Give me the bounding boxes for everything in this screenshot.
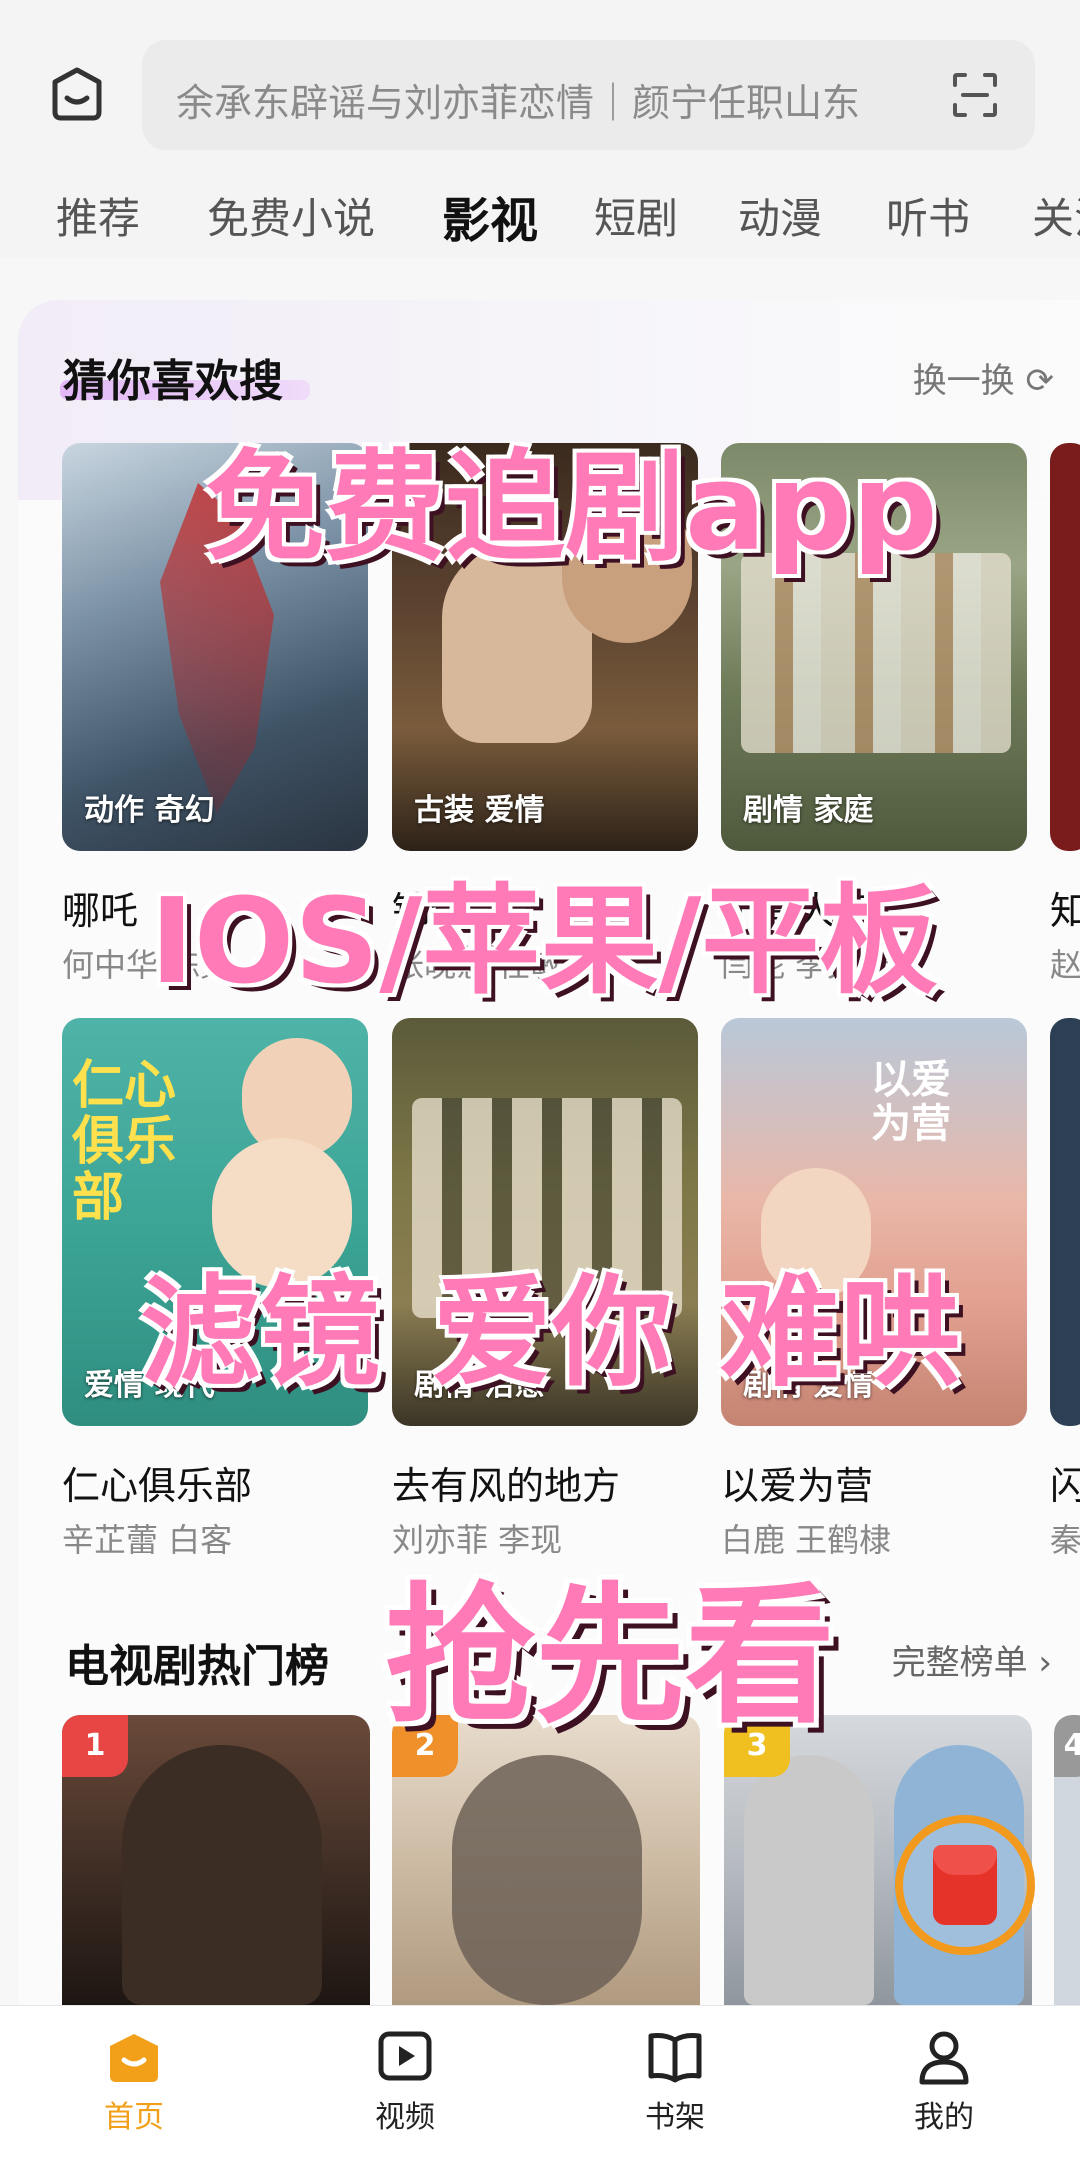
refresh-label: 换一换 — [912, 361, 1015, 401]
promo-line-3c: 难哄 — [720, 1264, 960, 1403]
poster-title: 知 — [1050, 889, 1080, 933]
nav-profile[interactable]: 我的 — [874, 2026, 1014, 2136]
refresh-icon: ⟳ — [1025, 361, 1055, 401]
ranking-card[interactable]: 4 — [1054, 1715, 1080, 2005]
poster-card[interactable] — [1050, 1018, 1080, 1426]
refresh-button[interactable]: 换一换 ⟳ — [913, 353, 1054, 402]
tab-recommend[interactable]: 推荐 — [56, 185, 140, 243]
poster-art — [744, 1755, 874, 2005]
tab-following[interactable]: 关注 — [1032, 185, 1080, 243]
poster-cast: 赵 — [1050, 946, 1080, 984]
poster-logo-art: 以爱 为营 — [871, 1057, 951, 1147]
poster-title: 去有风的地方 — [392, 1464, 621, 1508]
poster-title: 闪 — [1050, 1464, 1080, 1508]
poster-title: 仁心俱乐部 — [62, 1464, 253, 1508]
hot-section-title: 电视剧热门榜 — [65, 1641, 329, 1692]
nav-profile-label: 我的 — [914, 2100, 974, 2135]
full-ranking-link[interactable]: 完整榜单 › — [892, 1635, 1052, 1684]
poster-title: 哪吒 — [62, 889, 139, 933]
tab-short-drama[interactable]: 短剧 — [594, 185, 678, 243]
nav-home-label: 首页 — [104, 2100, 164, 2135]
promo-line-1: 免费追剧app — [205, 439, 938, 578]
full-ranking-label: 完整榜单 — [891, 1643, 1028, 1683]
poster-cast: 辛芷蕾 白客 — [62, 1521, 233, 1559]
scan-icon[interactable] — [951, 71, 999, 119]
bottom-navigation: 首页 视频 书架 我的 — [0, 2005, 1080, 2165]
book-icon — [648, 2033, 702, 2083]
box-logo-icon[interactable] — [45, 62, 109, 126]
nav-video-label: 视频 — [375, 2100, 435, 2135]
search-bar[interactable]: 余承东辟谣与刘亦菲恋情｜颜宁任职山东 — [142, 40, 1035, 150]
poster-art — [452, 1755, 642, 2005]
nav-home[interactable]: 首页 — [64, 2026, 204, 2136]
promo-line-3b: 爱你 — [432, 1264, 672, 1403]
chevron-right-icon: › — [1038, 1643, 1052, 1683]
nav-bookshelf-label: 书架 — [645, 2100, 705, 2135]
category-tabs: 推荐 免费小说 影视 短剧 动漫 听书 关注 — [0, 185, 1080, 243]
ranking-card[interactable]: 2 — [392, 1715, 700, 2005]
search-placeholder: 余承东辟谣与刘亦菲恋情｜颜宁任职山东 — [176, 81, 861, 125]
poster-tags: 古装 爱情 — [414, 793, 545, 828]
red-envelope-icon — [933, 1845, 997, 1925]
tab-film-tv[interactable]: 影视 — [442, 185, 538, 243]
video-play-icon — [378, 2031, 432, 2081]
nav-bookshelf[interactable]: 书架 — [605, 2026, 745, 2136]
ranking-card[interactable]: 1 — [62, 1715, 370, 2005]
poster-logo-art: 仁心 俱乐部 — [72, 1056, 177, 1228]
promo-line-2: IOS/苹果/平板 — [150, 872, 938, 1010]
home-icon — [110, 2034, 158, 2082]
poster-title: 以爱为营 — [721, 1464, 874, 1508]
top-header: 余承东辟谣与刘亦菲恋情｜颜宁任职山东 推荐 免费小说 影视 短剧 动漫 听书 关… — [0, 0, 1080, 258]
user-icon — [919, 2031, 969, 2085]
poster-tags: 动作 奇幻 — [84, 793, 215, 828]
poster-card[interactable] — [1050, 443, 1080, 851]
promo-line-4: 抢先看 — [385, 1570, 836, 1744]
poster-art — [122, 1745, 322, 2005]
tab-anime[interactable]: 动漫 — [738, 185, 822, 243]
tab-free-novels[interactable]: 免费小说 — [207, 185, 375, 243]
rank-badge: 4 — [1054, 1715, 1080, 1777]
red-packet-button[interactable] — [895, 1815, 1035, 1955]
promo-line-3a: 滤镜 — [140, 1264, 380, 1403]
nav-video[interactable]: 视频 — [335, 2026, 475, 2136]
tab-audiobooks[interactable]: 听书 — [886, 185, 970, 243]
rank-badge: 1 — [62, 1715, 128, 1777]
poster-cast: 秦 — [1050, 1521, 1080, 1559]
guess-section-title: 猜你喜欢搜 — [63, 356, 283, 407]
poster-tags: 剧情 家庭 — [743, 793, 874, 828]
